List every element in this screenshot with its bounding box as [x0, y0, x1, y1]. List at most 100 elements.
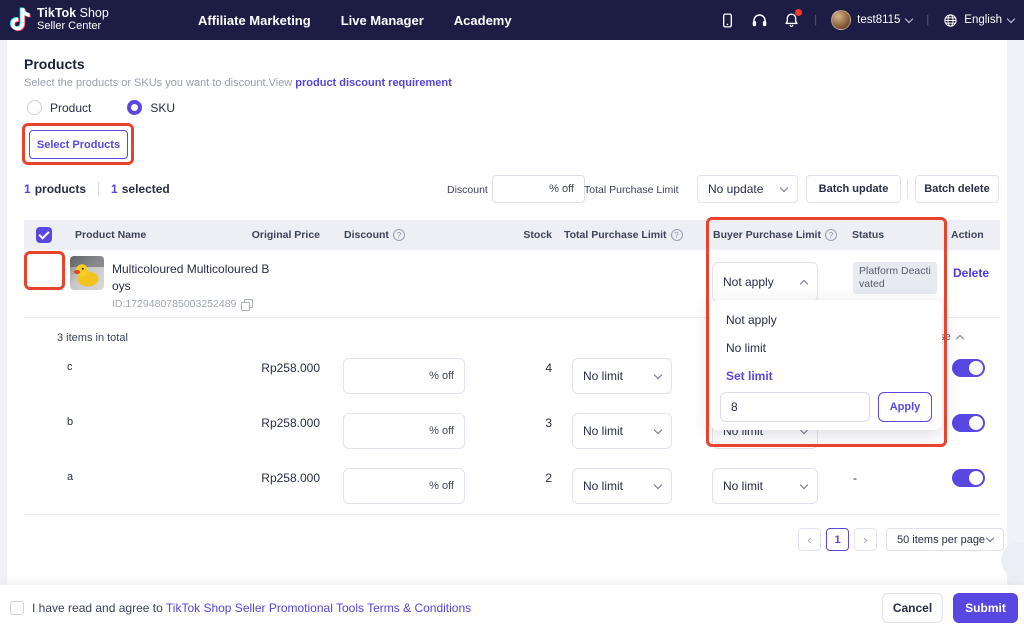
help-question-icon[interactable]: ? [393, 229, 405, 241]
terms-checkbox[interactable] [10, 601, 24, 615]
header-discount: Discount ? [320, 229, 475, 241]
mobile-app-icon[interactable] [718, 11, 736, 29]
radio-sku-circle[interactable] [127, 100, 142, 115]
dropdown-option-no-limit[interactable]: No limit [710, 334, 942, 362]
sku-discount-input[interactable] [343, 413, 465, 449]
nav-live-manager[interactable]: Live Manager [341, 13, 424, 28]
sku-buyer-limit-select[interactable]: No limit [712, 468, 818, 504]
page-subtitle: Select the products or SKUs you want to … [24, 77, 452, 89]
sku-discount-input[interactable] [343, 358, 465, 394]
right-gutter [1007, 40, 1024, 585]
header-original-price: Original Price [230, 229, 320, 241]
total-purchase-limit-batch-select[interactable]: No update [697, 175, 798, 203]
select-products-button[interactable]: Select Products [29, 130, 128, 159]
chevron-down-icon [654, 370, 662, 378]
selected-count-label: selected [122, 182, 170, 196]
buyer-purchase-limit-value: Not apply [723, 275, 774, 289]
buyer-limit-dropdown-panel: Not apply No limit Set limit Apply [710, 300, 942, 430]
help-question-icon[interactable]: ? [825, 229, 837, 241]
selected-count: 1 [111, 182, 118, 196]
status-badge: Platform Deactivated [853, 262, 937, 294]
divider [907, 179, 908, 199]
page-size-select[interactable]: 50 items per page [886, 528, 1004, 551]
floating-widget[interactable] [1001, 542, 1024, 578]
sku-active-toggle[interactable] [952, 414, 985, 432]
radio-product-label: Product [50, 101, 91, 115]
total-purchase-limit-batch-value: No update [708, 182, 763, 196]
sku-total-limit-value: No limit [583, 369, 623, 383]
sku-name: a [64, 460, 230, 515]
chevron-down-icon [654, 425, 662, 433]
sku-total-limit-value: No limit [583, 424, 623, 438]
header-discount-label: Discount [344, 229, 389, 241]
next-page-button[interactable]: › [854, 528, 877, 551]
select-all-checkbox[interactable] [36, 227, 52, 243]
logo-title-light: Shop [76, 6, 109, 20]
header-buyer-purchase-limit: Buyer Purchase Limit ? [680, 229, 850, 241]
batch-update-button[interactable]: Batch update [806, 175, 901, 203]
discount-batch-field [492, 175, 585, 203]
user-avatar [831, 10, 851, 30]
sku-total-limit-select[interactable]: No limit [572, 468, 672, 504]
header-product-name: Product Name [64, 229, 230, 241]
header-bpl-label: Buyer Purchase Limit [713, 229, 821, 241]
set-limit-input[interactable] [720, 392, 870, 422]
radio-sku[interactable]: SKU [127, 100, 175, 115]
product-discount-requirement-link[interactable]: product discount requirement [295, 77, 451, 89]
total-purchase-limit-batch-label: Total Purchase Limit [584, 184, 679, 196]
dropdown-option-not-apply[interactable]: Not apply [710, 306, 942, 334]
sku-discount-input[interactable] [343, 468, 465, 504]
chevron-down-icon [654, 480, 662, 488]
radio-product-circle[interactable] [27, 100, 42, 115]
batch-delete-button[interactable]: Batch delete [915, 175, 999, 203]
page-size-value: 50 items per page [897, 534, 985, 546]
notifications-bell-icon[interactable] [782, 11, 800, 29]
apply-button[interactable]: Apply [878, 392, 932, 422]
agree-text: I have read and agree to [32, 601, 166, 615]
header-total-purchase-limit: Total Purchase Limit ? [552, 229, 680, 241]
products-count: 1 [24, 182, 31, 196]
sku-total-limit-select[interactable]: No limit [572, 413, 672, 449]
chevron-down-icon [800, 480, 808, 488]
product-id-text: ID:1729480785003252489 [112, 298, 236, 310]
submit-button[interactable]: Submit [953, 593, 1018, 623]
sku-active-toggle[interactable] [952, 359, 985, 377]
sku-total-limit-select[interactable]: No limit [572, 358, 672, 394]
chevron-down-icon [905, 14, 913, 22]
sku-original-price: Rp258.000 [230, 350, 320, 405]
radio-product[interactable]: Product [27, 100, 91, 115]
header-action: Action [949, 229, 1000, 241]
current-page-button[interactable]: 1 [826, 528, 849, 551]
nav-affiliate-marketing[interactable]: Affiliate Marketing [198, 13, 311, 28]
cancel-button[interactable]: Cancel [882, 593, 943, 623]
logo-text: TikTok Shop Seller Center [37, 7, 109, 32]
left-gutter [0, 40, 7, 585]
logo-title-bold: TikTok [37, 6, 76, 20]
main-nav: Affiliate Marketing Live Manager Academy [198, 0, 512, 40]
nav-academy[interactable]: Academy [454, 13, 512, 28]
copy-icon[interactable] [241, 299, 252, 310]
chevron-up-icon [956, 334, 964, 342]
delete-action-link[interactable]: Delete [953, 266, 989, 280]
discount-batch-input[interactable] [492, 175, 585, 203]
chevron-up-icon [800, 279, 808, 287]
header-status: Status [850, 229, 949, 241]
navbar-right: | test8115 | English [718, 0, 1014, 40]
top-navbar: TikTok Shop Seller Center Affiliate Mark… [0, 0, 1024, 40]
language-selector[interactable]: English [943, 13, 1014, 28]
tiktok-logo[interactable]: TikTok Shop Seller Center [10, 7, 109, 32]
user-menu[interactable]: test8115 [831, 10, 912, 30]
terms-link[interactable]: TikTok Shop Seller Promotional Tools Ter… [166, 601, 471, 615]
page-title: Products [24, 56, 85, 72]
sku-name: b [64, 405, 230, 460]
chevron-down-icon [986, 534, 994, 542]
dropdown-option-set-limit[interactable]: Set limit [710, 362, 942, 390]
prev-page-button[interactable]: ‹ [798, 528, 821, 551]
buyer-purchase-limit-select[interactable]: Not apply [712, 262, 818, 302]
language-label: English [964, 14, 1002, 26]
sku-active-toggle[interactable] [952, 469, 985, 487]
subtitle-text: Select the products or SKUs you want to … [24, 77, 295, 89]
support-headset-icon[interactable] [750, 11, 768, 29]
sku-stock: 3 [475, 405, 552, 460]
sku-total-limit-value: No limit [583, 479, 623, 493]
